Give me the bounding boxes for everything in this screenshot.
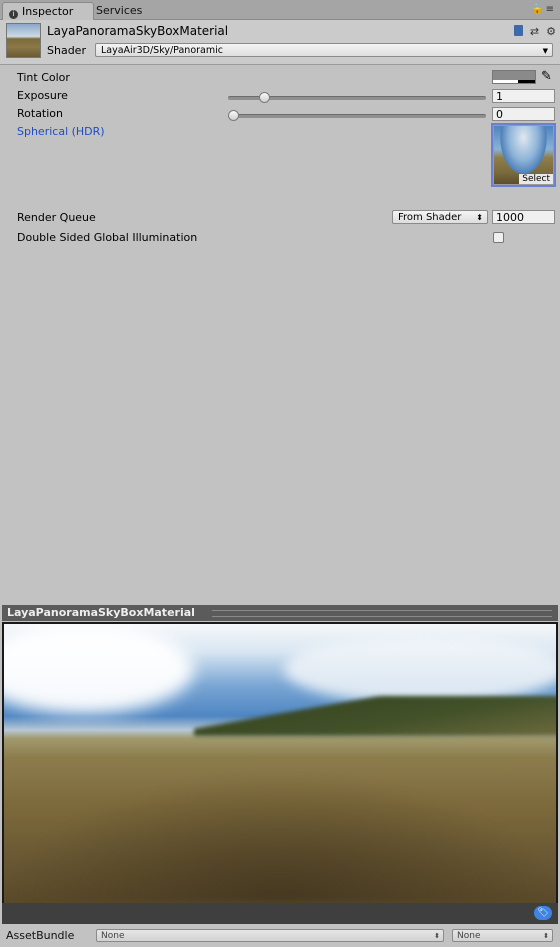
preview-viewport[interactable] [2,622,558,903]
skybox-preview-image [4,624,556,903]
material-thumbnail [6,23,41,58]
shader-dropdown[interactable]: LayaAir3D/Sky/Panoramic ▼ [95,43,553,57]
asset-bundle-variant-value: None [457,931,481,941]
preview-title: LayaPanoramaSkyBoxMaterial [7,606,195,619]
preview-header[interactable]: LayaPanoramaSkyBoxMaterial [2,605,558,621]
rotation-slider[interactable] [228,110,486,121]
asset-bundle-row: AssetBundle None ⬍ None ⬍ [0,926,560,947]
preview-footer: 🏷 [2,903,558,924]
preset-icon[interactable]: ⇄ [530,25,539,38]
info-icon: i [9,10,18,19]
help-book-icon[interactable] [513,25,523,36]
label-tag-icon[interactable]: 🏷 [534,906,552,920]
exposure-slider[interactable] [228,92,486,103]
lock-icon[interactable]: 🔒 [531,4,545,15]
asset-bundle-label: AssetBundle [6,929,75,942]
cloud-right [284,634,556,704]
spherical-texture-slot[interactable]: Select [491,123,556,187]
ground-shadow [4,773,556,903]
double-sided-gi-label: Double Sided Global Illumination [17,231,198,244]
tab-services-label: Services [96,4,143,17]
render-queue-label: Render Queue [17,211,96,224]
exposure-label: Exposure [17,89,68,102]
tab-tools: 🔒≡ [531,4,556,15]
asset-bundle-name-value: None [101,931,125,941]
spherical-hdr-label: Spherical (HDR) [17,125,105,138]
tab-bar: i Inspector Services 🔒≡ [0,0,560,20]
texture-select-button[interactable]: Select [519,174,553,184]
rotation-slider-thumb[interactable] [228,110,239,121]
rotation-input[interactable]: 0 [492,107,555,121]
updown-arrow-icon: ⬍ [476,213,483,222]
exposure-slider-thumb[interactable] [259,92,270,103]
dropdown-arrow-icon: ▼ [542,47,548,55]
render-queue-input[interactable]: 1000 [492,210,555,224]
double-sided-gi-checkbox[interactable] [493,232,504,243]
updown-arrow-icon: ⬍ [434,932,440,940]
updown-arrow-icon: ⬍ [543,932,549,940]
material-header: LayaPanoramaSkyBoxMaterial Shader LayaAi… [0,20,560,65]
menu-icon[interactable]: ≡ [546,4,556,15]
tab-inspector[interactable]: i Inspector [2,2,94,20]
exposure-input[interactable]: 1 [492,89,555,103]
asset-bundle-variant-dropdown[interactable]: None ⬍ [452,929,553,942]
eyedropper-icon[interactable]: ✎ [541,69,552,84]
asset-bundle-name-dropdown[interactable]: None ⬍ [96,929,444,942]
alpha-bar [493,80,535,83]
cloud-left [4,624,194,714]
material-name: LayaPanoramaSkyBoxMaterial [47,24,229,38]
render-queue-mode: From Shader [398,212,462,223]
tint-color-field[interactable] [492,70,536,84]
tint-color-label: Tint Color [17,71,70,84]
tab-services[interactable]: Services [90,2,148,19]
header-icons: ⇄ ⚙ [507,25,556,38]
shader-value: LayaAir3D/Sky/Panoramic [101,45,223,56]
tree-line [194,696,556,736]
gear-icon[interactable]: ⚙ [546,25,556,38]
shader-label: Shader [47,44,86,57]
drag-grip[interactable] [212,610,552,617]
rotation-label: Rotation [17,107,64,120]
render-queue-dropdown[interactable]: From Shader ⬍ [392,210,488,224]
tab-inspector-label: Inspector [22,5,74,18]
